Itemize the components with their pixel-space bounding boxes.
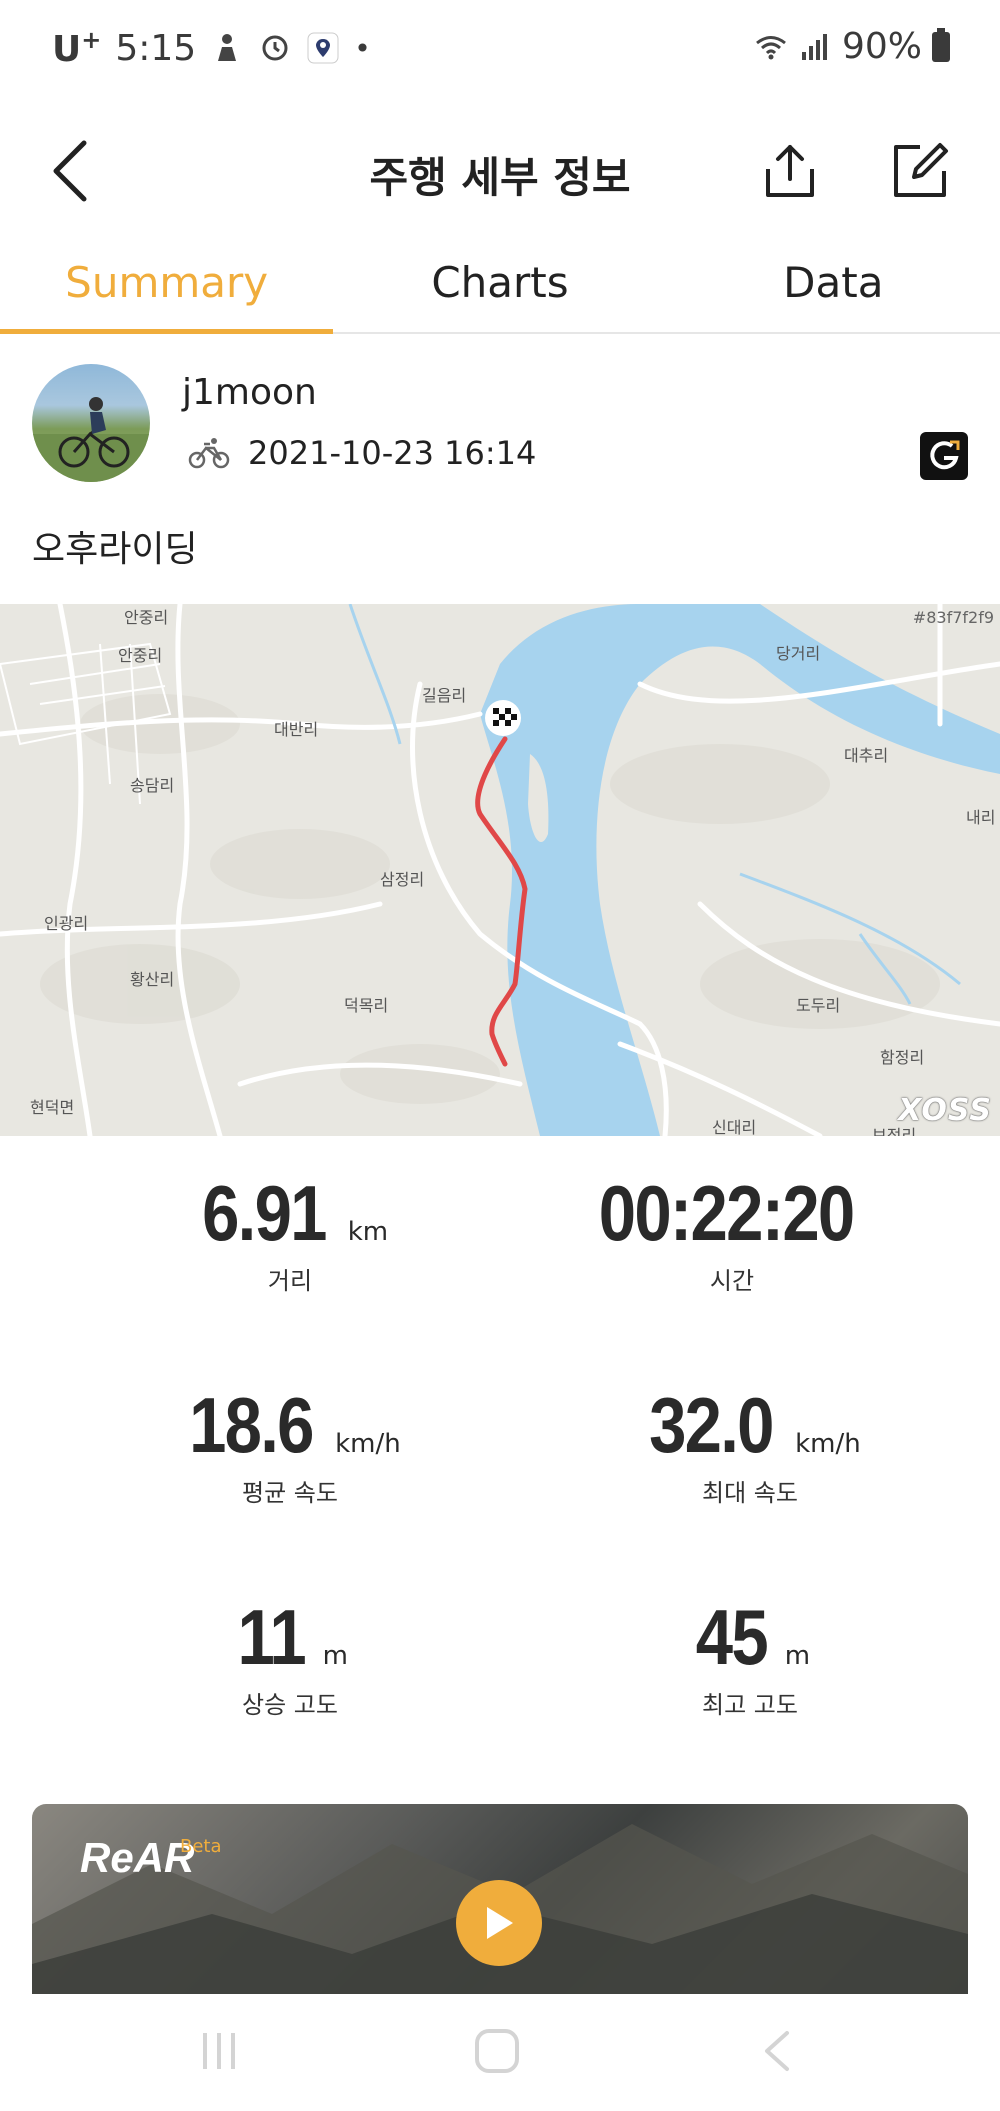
edit-button[interactable] [880, 116, 960, 226]
avatar[interactable] [32, 364, 150, 482]
stat-max-altitude: 45 m 최고 고도 [500, 1592, 1000, 1720]
status-bar: U+ 5:15 • 90% [0, 0, 1000, 96]
bicycle-icon [188, 438, 230, 469]
rear-replay-card[interactable]: ReAR Beta [32, 1804, 968, 1994]
beta-badge: Beta [180, 1836, 222, 1857]
stat-unit: km/h [795, 1429, 861, 1459]
ride-profile: j1moon 2021-10-23 16:14 [32, 364, 968, 484]
map-place-label: 삼정리 [380, 870, 425, 889]
map-graphic [0, 604, 1000, 1136]
stat-label: 거리 [267, 1267, 313, 1295]
ride-datetime: 2021-10-23 16:14 [248, 434, 537, 472]
map-place-label: 안중리 [118, 646, 163, 665]
recents-icon [203, 2033, 235, 2069]
stat-label: 최고 고도 [702, 1691, 798, 1719]
stat-max-speed: 32.0 km/h 최대 속도 [500, 1380, 1000, 1508]
map-place-label: 당거리 [776, 644, 821, 663]
map-place-label: 길음리 [422, 686, 467, 705]
stat-label: 시간 [709, 1267, 755, 1295]
recents-button[interactable] [184, 2016, 254, 2086]
status-right: 90% [754, 26, 950, 67]
system-nav-bar [0, 1994, 1000, 2111]
cyclist-photo [32, 397, 150, 482]
stat-unit: km/h [335, 1429, 401, 1459]
map-place-label: 내리 [966, 808, 996, 827]
tab-data[interactable]: Data [667, 240, 1000, 332]
stat-value: 45 [695, 1593, 769, 1681]
home-icon [475, 2029, 519, 2073]
stat-unit: m [784, 1641, 811, 1671]
play-button[interactable] [456, 1880, 542, 1966]
status-left: U+ 5:15 • [52, 26, 371, 70]
edit-icon [894, 143, 948, 197]
stat-avg-speed: 18.6 km/h 평균 속도 [40, 1380, 540, 1508]
battery-percent: 90% [841, 26, 922, 67]
map-id-label: #83f7f2f9 [912, 608, 994, 627]
map-place-label: 황산리 [130, 970, 175, 989]
app-header: 주행 세부 정보 [0, 96, 1000, 246]
stat-ascent: 11 m 상승 고도 [40, 1592, 540, 1720]
xoss-logo: XOSS [898, 1093, 992, 1128]
page-title: 주행 세부 정보 [369, 153, 631, 202]
map-place-label: 덕목리 [344, 996, 389, 1015]
map-place-label: 안중리 [124, 608, 169, 627]
map-place-label: 송담리 [130, 776, 175, 795]
share-icon [766, 145, 814, 197]
map-place-label: 신대리 [712, 1118, 757, 1136]
ride-meta: 2021-10-23 16:14 [188, 434, 536, 472]
username: j1moon [182, 372, 317, 413]
tab-bar: Summary Charts Data [0, 240, 1000, 334]
ride-title: 오후라이딩 [32, 529, 198, 570]
home-button[interactable] [462, 2016, 532, 2086]
tab-summary[interactable]: Summary [0, 240, 334, 334]
stat-unit: m [322, 1641, 348, 1671]
watch-icon [262, 35, 288, 61]
back-nav-icon [765, 2031, 789, 2071]
play-icon [487, 1907, 513, 1939]
stat-distance: 6.91 km 거리 [40, 1168, 540, 1296]
back-nav-button[interactable] [742, 2016, 812, 2086]
route-map[interactable]: 안중리 안중리 대반리 송담리 길음리 당거리 대추리 내리 삼정리 인광리 황… [0, 604, 1000, 1136]
map-place-label: 대추리 [844, 746, 889, 765]
stat-time: 00:22:20 시간 [482, 1168, 982, 1296]
stat-value: 00:22:20 [598, 1169, 855, 1257]
stat-value: 18.6 [189, 1381, 314, 1469]
map-place-label: 인광리 [44, 914, 89, 933]
stat-value: 6.91 [201, 1169, 327, 1257]
source-app-icon [920, 432, 968, 480]
battery-icon [932, 27, 950, 62]
stat-value: 32.0 [649, 1381, 774, 1469]
status-time: 5:15 [115, 27, 197, 69]
stat-label: 상승 고도 [242, 1691, 338, 1719]
rear-logo: ReAR [80, 1834, 195, 1881]
carrier-label: U+ [52, 26, 102, 70]
stat-label: 평균 속도 [242, 1479, 338, 1507]
dot-icon: • [354, 31, 371, 65]
wifi-icon [756, 35, 786, 59]
tab-charts[interactable]: Charts [333, 240, 666, 332]
map-place-label: 도두리 [796, 996, 841, 1015]
signal-icon [801, 33, 827, 60]
share-button[interactable] [750, 116, 830, 226]
map-place-label: 함정리 [880, 1048, 925, 1067]
stat-label: 최대 속도 [702, 1479, 798, 1507]
stat-unit: km [347, 1217, 389, 1247]
map-place-label: 대반리 [274, 720, 319, 739]
stat-value: 11 [237, 1593, 307, 1681]
person-icon [218, 34, 237, 61]
map-pin-icon [307, 32, 339, 64]
map-place-label: 현덕면 [30, 1098, 75, 1117]
